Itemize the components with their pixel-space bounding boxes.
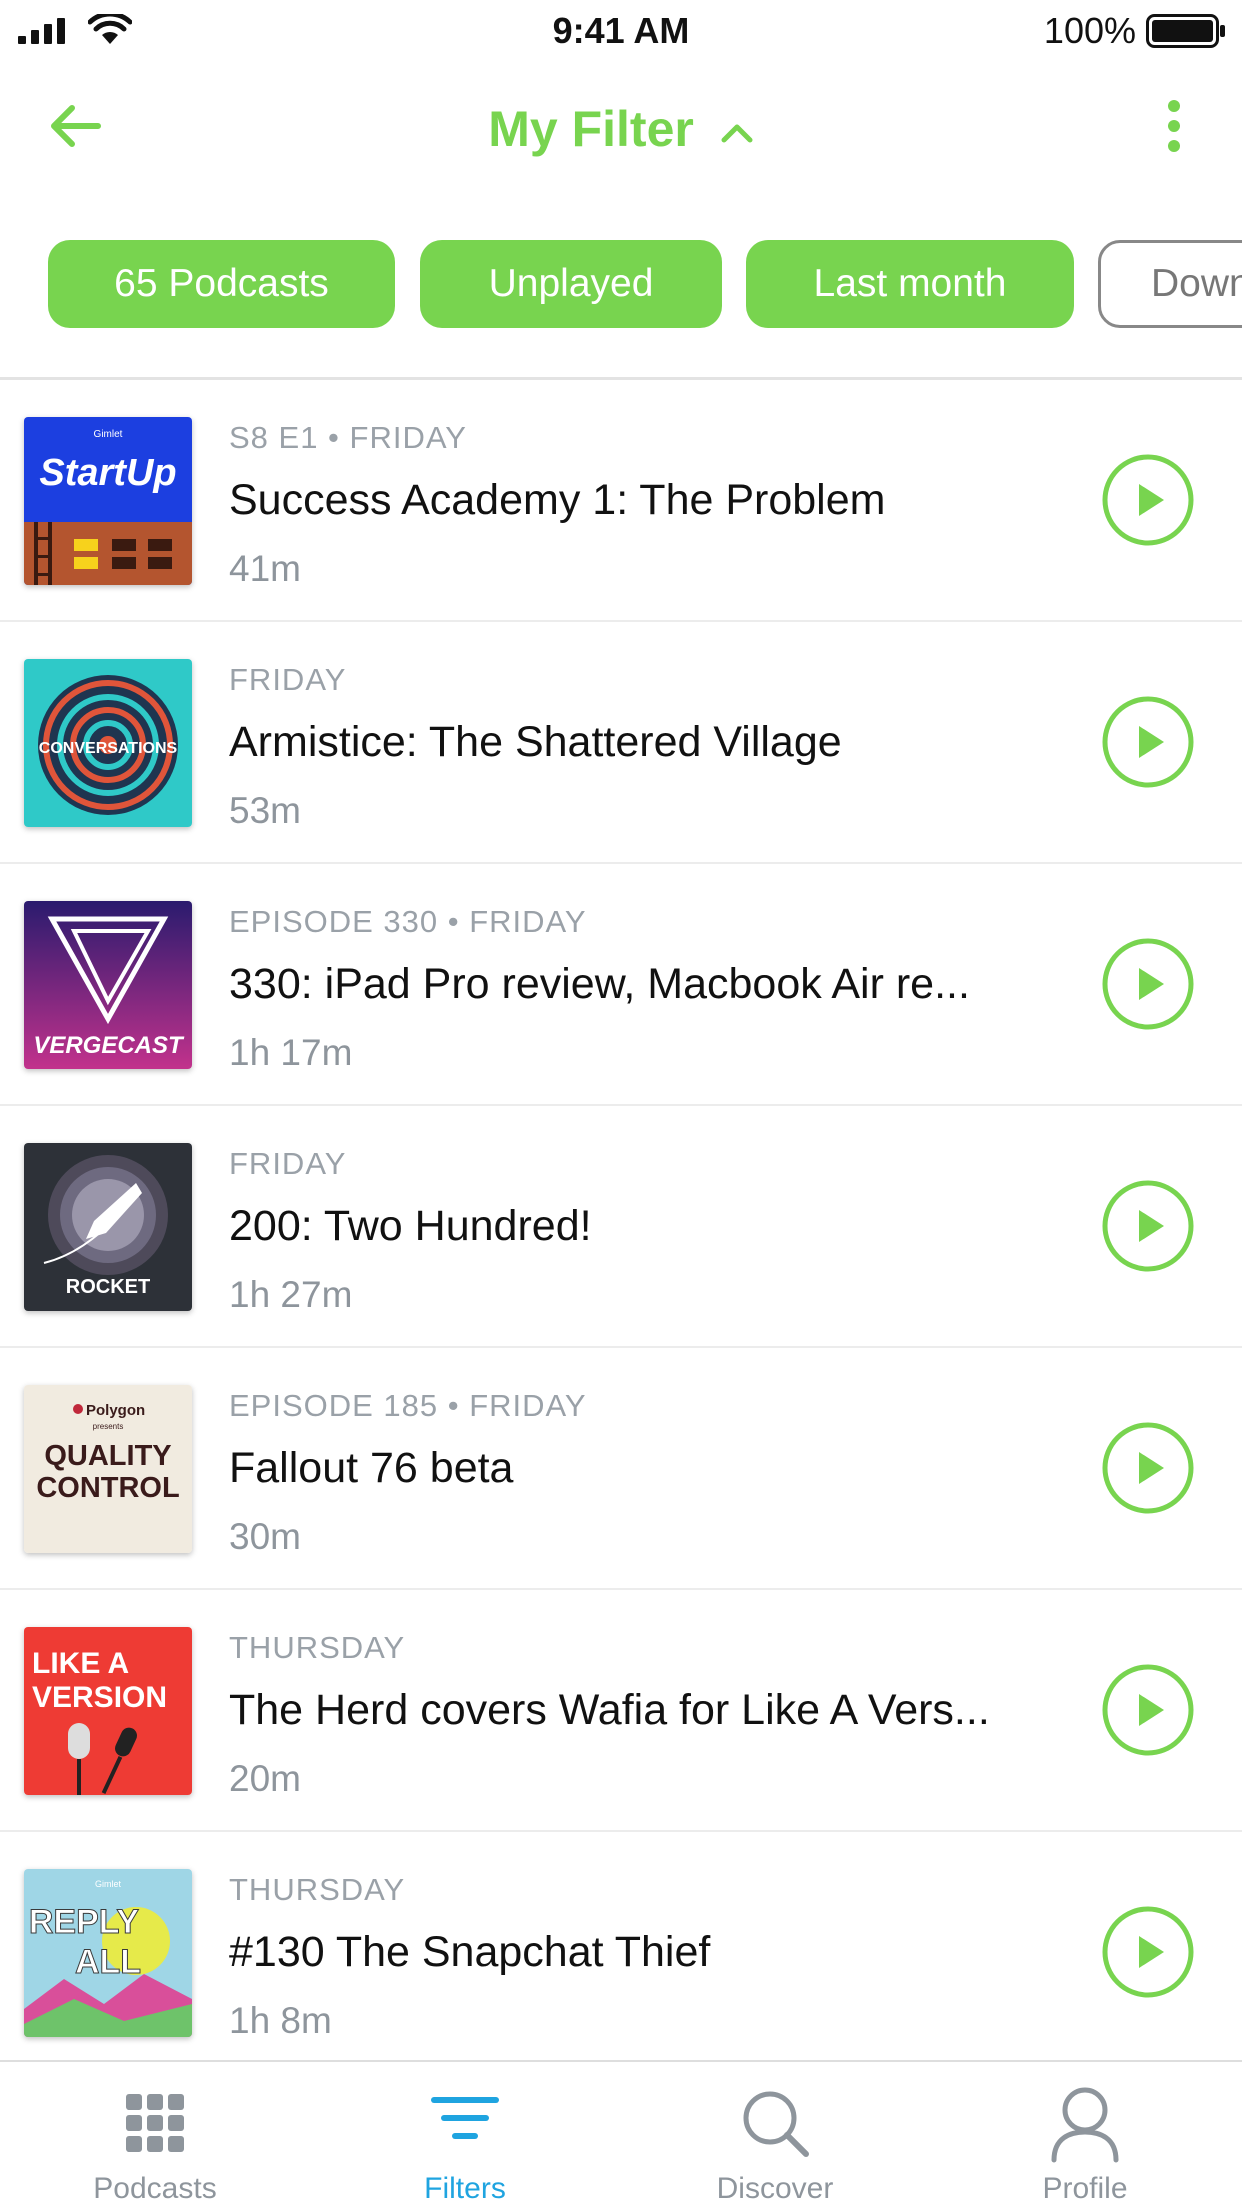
play-icon[interactable] <box>1101 1663 1195 1757</box>
play-icon[interactable] <box>1101 937 1195 1031</box>
episode-duration: 30m <box>229 1516 301 1557</box>
tab-profile[interactable]: Profile <box>930 2062 1240 2210</box>
art-label: Gimlet <box>95 1879 122 1889</box>
tab-label: Podcasts <box>93 2172 217 2205</box>
episode-title: Fallout 76 beta <box>229 1444 514 1492</box>
battery-icon <box>1146 14 1225 48</box>
episode-duration: 53m <box>229 790 301 831</box>
podcast-artwork: Polygon presents QUALITY CONTROL <box>24 1385 192 1553</box>
episode-meta: THURSDAY <box>229 1872 406 1907</box>
tab-discover[interactable]: Discover <box>620 2062 930 2210</box>
play-icon[interactable] <box>1101 1421 1195 1515</box>
filter-icon <box>431 2097 499 2139</box>
chip-unplayed[interactable]: Unplayed <box>420 240 722 328</box>
episode-meta: S8 E1 • FRIDAY <box>229 420 467 455</box>
episode-row[interactable]: CONVERSATIONS FRIDAY Armistice: The Shat… <box>0 622 1242 864</box>
tab-label: Filters <box>424 2172 506 2205</box>
episode-duration: 1h 8m <box>229 2000 332 2041</box>
podcast-artwork: CONVERSATIONS <box>24 659 192 827</box>
episode-row[interactable]: Gimlet StartUp S8 E1 • FRIDAY Success Ac… <box>0 380 1242 622</box>
episode-meta: FRIDAY <box>229 662 347 697</box>
episode-title: Armistice: The Shattered Village <box>229 718 842 766</box>
art-label: ROCKET <box>66 1276 150 1298</box>
play-icon[interactable] <box>1101 695 1195 789</box>
filter-title-toggle[interactable]: My Filter <box>0 100 1242 158</box>
episode-row[interactable]: LIKE A VERSION THURSDAY The Herd covers … <box>0 1590 1242 1832</box>
episode-duration: 41m <box>229 548 301 589</box>
filter-chips: 65 Podcasts Unplayed Last month Down <box>0 240 1242 332</box>
episode-list: Gimlet StartUp S8 E1 • FRIDAY Success Ac… <box>0 380 1242 2074</box>
episode-duration: 20m <box>229 1758 301 1799</box>
episode-row[interactable]: Polygon presents QUALITY CONTROL EPISODE… <box>0 1348 1242 1590</box>
episode-duration: 1h 27m <box>229 1274 353 1315</box>
episode-duration: 1h 17m <box>229 1032 353 1073</box>
more-options-icon[interactable] <box>1154 96 1194 156</box>
podcast-artwork: Gimlet StartUp <box>24 417 192 585</box>
episode-title: The Herd covers Wafia for Like A Vers... <box>229 1686 990 1734</box>
tab-filters[interactable]: Filters <box>310 2062 620 2210</box>
chip-podcasts[interactable]: 65 Podcasts <box>48 240 395 328</box>
episode-title: 330: iPad Pro review, Macbook Air re... <box>229 960 970 1008</box>
chip-downloaded[interactable]: Down <box>1098 240 1242 328</box>
tab-label: Discover <box>716 2172 834 2205</box>
episode-title: #130 The Snapchat Thief <box>229 1928 711 1976</box>
art-label: CONTROL <box>36 1472 179 1504</box>
battery-percent: 100% <box>1043 10 1136 51</box>
art-label: VERGECAST <box>33 1032 185 1059</box>
art-label: StartUp <box>39 452 176 494</box>
art-label: LIKE A <box>32 1647 129 1680</box>
profile-icon <box>1051 2087 1119 2163</box>
episode-row[interactable]: ROCKET FRIDAY 200: Two Hundred! 1h 27m <box>0 1106 1242 1348</box>
art-label: ALL <box>75 1943 141 1981</box>
search-icon <box>743 2091 809 2157</box>
art-label: VERSION <box>32 1681 167 1714</box>
episode-title: 200: Two Hundred! <box>229 1202 592 1250</box>
grid-icon <box>126 2094 184 2152</box>
status-bar: 9:41 AM 100% <box>0 0 1242 60</box>
art-label: Polygon <box>86 1402 145 1419</box>
play-icon[interactable] <box>1101 1179 1195 1273</box>
podcast-artwork: VERGECAST <box>24 901 192 1069</box>
episode-meta: FRIDAY <box>229 1146 347 1181</box>
chevron-up-icon <box>721 124 753 143</box>
tab-bar: Podcasts Filters Discover Profile <box>0 2060 1242 2210</box>
art-label: REPLY <box>29 1903 140 1941</box>
episode-meta: EPISODE 330 • FRIDAY <box>229 904 587 939</box>
podcast-artwork: ROCKET <box>24 1143 192 1311</box>
episode-title: Success Academy 1: The Problem <box>229 476 886 524</box>
tab-label: Profile <box>1042 2172 1128 2205</box>
art-label: CONVERSATIONS <box>39 740 178 757</box>
episode-row[interactable]: VERGECAST EPISODE 330 • FRIDAY 330: iPad… <box>0 864 1242 1106</box>
art-label: Gimlet <box>94 429 123 440</box>
episode-meta: EPISODE 185 • FRIDAY <box>229 1388 587 1423</box>
episode-meta: THURSDAY <box>229 1630 406 1665</box>
chip-last-month[interactable]: Last month <box>746 240 1074 328</box>
episode-row[interactable]: Gimlet REPLY ALL THURSDAY #130 The Snapc… <box>0 1832 1242 2074</box>
nav-bar: My Filter <box>0 80 1242 190</box>
art-label: QUALITY <box>44 1440 171 1472</box>
play-icon[interactable] <box>1101 1905 1195 1999</box>
play-icon[interactable] <box>1101 453 1195 547</box>
page-title: My Filter <box>488 101 694 157</box>
tab-podcasts[interactable]: Podcasts <box>0 2062 310 2210</box>
podcast-artwork: LIKE A VERSION <box>24 1627 192 1795</box>
art-label: presents <box>93 1422 124 1431</box>
podcast-artwork: Gimlet REPLY ALL <box>24 1869 192 2037</box>
